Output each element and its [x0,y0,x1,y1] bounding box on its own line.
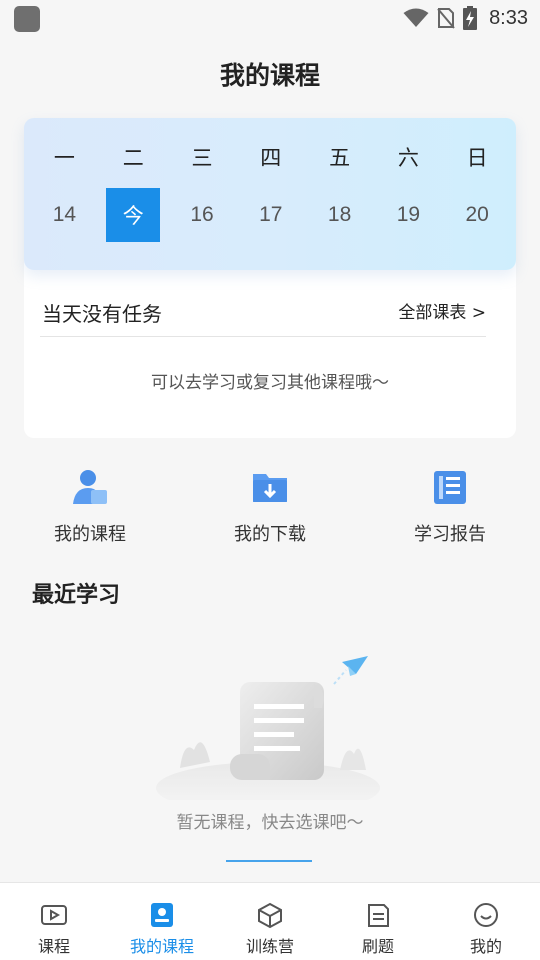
report-icon [434,471,466,504]
date-cell[interactable]: 16 [168,188,237,242]
smile-icon [474,903,498,927]
quick-my-download[interactable]: 我的下载 [200,466,340,546]
wifi-icon [403,8,429,27]
tab-label: 课程 [37,937,70,956]
quick-label: 我的下载 [234,524,306,545]
weekday-label: 五 [329,146,351,170]
task-hint: 可以去学习或复习其他课程哦～ [151,373,389,393]
date-cell-today[interactable]: 今 [99,188,168,242]
cube-icon [258,902,282,929]
today-label: 今 [106,188,161,242]
scroll-indicator [226,860,312,862]
no-sim-icon [437,8,455,29]
weekday-label: 二 [122,146,144,170]
tab-label: 我的课程 [129,937,194,956]
date-cell[interactable]: 19 [374,188,443,242]
weekday-label: 一 [53,146,75,170]
tab-mine[interactable]: 我的 [432,883,540,960]
task-status: 当天没有任务 [42,302,162,326]
course-user-icon [73,470,107,504]
date-row: 14 今 16 17 18 19 20 [24,188,516,242]
notification-icon [14,6,40,32]
note-icon [368,904,389,927]
all-schedule-link[interactable]: 全部课表 > [398,298,486,323]
download-folder-icon [253,474,287,502]
divider [40,336,486,337]
weekday-label: 四 [260,146,282,170]
weekday-label: 六 [397,146,419,170]
tab-practice[interactable]: 刷题 [324,883,432,960]
tab-courses[interactable]: 课程 [0,883,108,960]
video-icon [41,905,67,925]
weekday-label: 日 [466,146,488,170]
weekday-row: 一 二 三 四 五 六 日 [24,144,516,170]
tab-label: 我的 [469,937,502,956]
battery-charging-icon [463,6,478,30]
page-title: 我的课程 [219,61,320,90]
tab-label: 训练营 [245,937,294,956]
tab-training-camp[interactable]: 训练营 [216,883,324,960]
quick-study-report[interactable]: 学习报告 [380,466,520,546]
date-cell[interactable]: 17 [236,188,305,242]
quick-label: 我的课程 [54,524,126,545]
recent-section-title: 最近学习 [32,583,121,608]
my-course-icon [151,903,173,927]
tab-my-courses[interactable]: 我的课程 [108,883,216,960]
date-cell[interactable]: 20 [443,188,512,242]
tab-label: 刷题 [361,937,394,956]
quick-links: 我的课程 我的下载 学习报告 [0,466,540,556]
weekday-label: 三 [191,146,213,170]
status-indicators: 8:33 [403,4,528,32]
empty-state-text: 暂无课程，快去选课吧～ [176,813,364,833]
task-card: 当天没有任务 全部课表 > 可以去学习或复习其他课程哦～ [24,248,516,438]
week-calendar: 一 二 三 四 五 六 日 14 今 16 17 18 19 20 [24,118,516,270]
date-cell[interactable]: 14 [30,188,99,242]
clock: 8:33 [489,6,528,29]
empty-state-illustration [156,656,380,800]
quick-label: 学习报告 [414,524,486,545]
bottom-tab-bar: 课程 我的课程 训练营 刷题 我的 [0,882,540,960]
date-cell[interactable]: 18 [305,188,374,242]
status-bar: 8:33 [0,0,540,36]
quick-my-course[interactable]: 我的课程 [20,466,160,546]
